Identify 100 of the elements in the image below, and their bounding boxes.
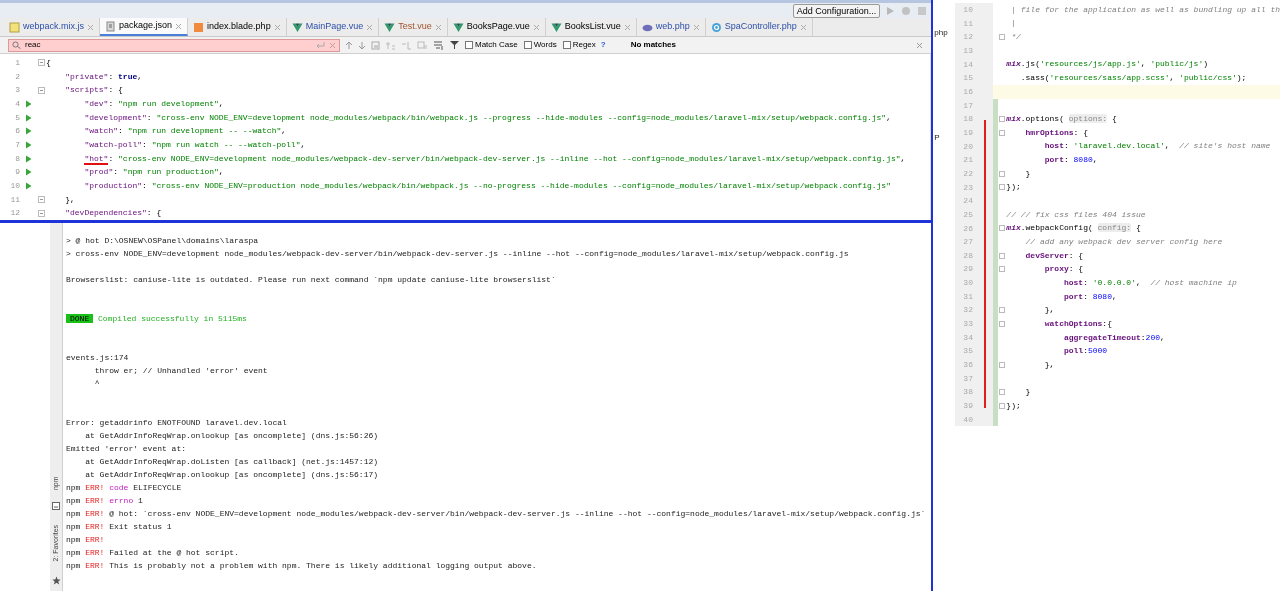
line-number: 8 xyxy=(14,152,20,165)
fold-icon[interactable] xyxy=(999,170,1006,177)
filter-lines-icon[interactable] xyxy=(433,40,444,50)
code-line: hmrOptions: { xyxy=(1024,126,1088,139)
line-number: 12 xyxy=(955,30,994,44)
search-option-checkbox[interactable]: Match Case xyxy=(465,39,518,51)
fold-icon[interactable] xyxy=(999,252,1006,259)
code-line: watchOptions:{ xyxy=(1043,317,1112,330)
line-number: 24 xyxy=(955,194,994,208)
code-line: }, xyxy=(1043,358,1055,371)
js-file-icon xyxy=(9,21,20,33)
close-icon[interactable] xyxy=(366,23,374,31)
terminal-line: Emitted 'error' event at: xyxy=(66,443,188,455)
search-option-checkbox[interactable]: Regex xyxy=(562,39,596,51)
fold-icon[interactable] xyxy=(999,266,1006,273)
fold-icon[interactable] xyxy=(999,34,1006,41)
code-line: "private": true, xyxy=(64,70,143,83)
fold-icon[interactable] xyxy=(999,402,1006,409)
close-icon[interactable] xyxy=(532,23,540,31)
search-field[interactable]: reac xyxy=(25,39,311,51)
close-icon[interactable] xyxy=(692,23,700,31)
search-bar[interactable]: reac xyxy=(8,38,340,52)
fold-icon[interactable] xyxy=(999,129,1006,136)
run-icon[interactable] xyxy=(24,154,32,163)
line-number: 9 xyxy=(14,166,20,179)
run-icon[interactable] xyxy=(24,140,32,149)
line-number: 5 xyxy=(14,111,20,124)
fold-icon[interactable] xyxy=(999,116,1006,123)
terminal-line: DONE Compiled successfully in 5115ms xyxy=(66,312,932,325)
star-icon[interactable] xyxy=(51,576,61,585)
arrow-up-icon[interactable] xyxy=(345,40,353,50)
fold-icon[interactable] xyxy=(999,389,1006,396)
line-number: 12 xyxy=(9,207,20,220)
fold-icon[interactable] xyxy=(999,307,1006,314)
code-line: } xyxy=(1024,167,1031,180)
terminal-line: npm ERR! @ hot: `cross-env NODE_ENV=development node_modules/webpack-dev-server/bin/webpack-dev-server.js --inline --hot --config=node_modules/laravel-mix/setup/webpack.config.js` xyxy=(66,508,927,520)
cut-off-text: P xyxy=(934,133,941,143)
code-line: }, xyxy=(1043,304,1055,317)
terminal-icon[interactable] xyxy=(52,502,60,510)
close-icon[interactable] xyxy=(87,23,95,31)
line-number: 10 xyxy=(955,3,994,17)
line-number: 3 xyxy=(14,84,20,97)
fold-icon[interactable] xyxy=(37,59,45,67)
line-number: 7 xyxy=(14,138,20,151)
fold-icon[interactable] xyxy=(37,86,45,94)
editor-tab[interactable]: package.json xyxy=(100,18,189,36)
code-line: port: 8080, xyxy=(1043,154,1098,167)
code-line: "production": "cross-env NODE_ENV=production node_modules/webpack/bin/webpack.js --no-progress --hide-modules --config=node_modules/laravel-mix/setup/webpack.config.js" xyxy=(83,180,891,193)
arrow-down-icon[interactable] xyxy=(358,40,366,50)
close-icon[interactable] xyxy=(799,23,807,31)
vue-file-icon xyxy=(452,21,464,33)
enter-icon[interactable] xyxy=(315,41,325,49)
terminal-line: throw er; // Unhandled 'error' event xyxy=(93,365,269,377)
line-number: 21 xyxy=(955,153,994,167)
line-number: 27 xyxy=(955,235,994,249)
fold-icon[interactable] xyxy=(37,209,45,217)
close-icon[interactable] xyxy=(916,41,924,49)
line-number: 29 xyxy=(955,262,994,277)
line-number: 4 xyxy=(14,97,20,110)
run-configuration-button[interactable]: Add Configuration... xyxy=(792,3,881,18)
vue-file-icon xyxy=(384,21,396,33)
close-icon[interactable] xyxy=(329,41,336,49)
run-icon[interactable] xyxy=(24,99,32,108)
code-line: "watch-poll": "npm run watch -- --watch-poll", xyxy=(83,138,306,151)
code-line: { xyxy=(46,56,51,69)
fold-icon[interactable] xyxy=(999,184,1006,191)
fold-icon[interactable] xyxy=(999,361,1006,368)
code-line: host: '0.0.0.0', // host machine ip xyxy=(1062,276,1237,289)
code-line: | xyxy=(1010,17,1016,30)
run-icon[interactable] xyxy=(24,182,32,191)
code-line: }, xyxy=(64,193,75,206)
terminal-line: at GetAddrInfoReqWrap.onlookup [as oncomplete] (dns.js:56:17) xyxy=(84,469,380,481)
help-link[interactable]: ? xyxy=(600,39,606,51)
code-line: proxy: { xyxy=(1043,263,1084,276)
terminal-line: npm ERR! errno 1 xyxy=(66,495,144,507)
terminal-line: npm ERR! Exit status 1 xyxy=(66,521,173,533)
code-line: "watch": "npm run development -- --watch", xyxy=(83,125,287,138)
close-icon[interactable] xyxy=(175,22,183,30)
vue-file-icon xyxy=(291,21,303,33)
code-line: } xyxy=(1024,386,1031,399)
terminal-line: npm ERR! code ELIFECYCLE xyxy=(66,482,183,494)
run-icon[interactable] xyxy=(886,5,896,16)
line-number: 36 xyxy=(955,358,994,372)
close-icon[interactable] xyxy=(434,23,442,31)
fold-icon[interactable] xyxy=(37,196,45,204)
fold-icon[interactable] xyxy=(999,320,1006,327)
terminal-line: at GetAddrInfoReqWrap.onlookup [as oncomplete] (dns.js:56:26) xyxy=(84,430,380,442)
filter-icon[interactable] xyxy=(449,40,460,50)
code-line: "devDependencies": { xyxy=(64,207,162,220)
close-icon[interactable] xyxy=(623,23,631,31)
fold-icon[interactable] xyxy=(999,225,1006,232)
run-icon[interactable] xyxy=(24,113,32,122)
code-line: port: 8080, xyxy=(1062,290,1117,303)
run-icon[interactable] xyxy=(24,168,32,177)
terminal-line: Browserslist: caniuse-lite is outdated. Please run next command `npm update caniuse-lite browserslist` xyxy=(66,274,557,286)
code-line: }); xyxy=(1006,399,1021,412)
run-icon[interactable] xyxy=(24,127,32,136)
search-option-checkbox[interactable]: Words xyxy=(523,39,557,51)
terminal-line: Error: getaddrinfo ENOTFOUND laravel.dev.local xyxy=(66,417,288,429)
close-icon[interactable] xyxy=(273,23,281,31)
